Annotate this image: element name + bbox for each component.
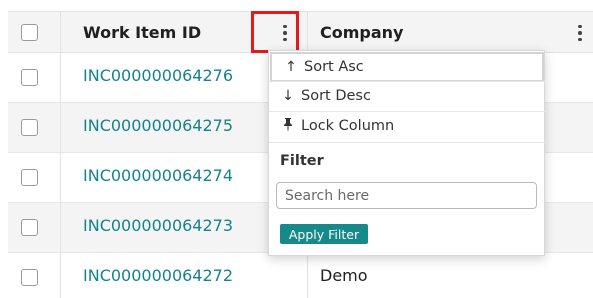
apply-filter-button[interactable]: Apply Filter: [280, 224, 368, 244]
lock-column-menu-item[interactable]: Lock Column: [269, 111, 545, 141]
column-divider: [60, 53, 61, 298]
sort-desc-menu-item[interactable]: ↓ Sort Desc: [269, 81, 545, 111]
sort-desc-label: Sort Desc: [301, 88, 371, 104]
sort-asc-menu-item[interactable]: ↑ Sort Asc: [270, 52, 544, 82]
column-options-menu: ↑ Sort Asc ↓ Sort Desc Lock Column Filte…: [268, 50, 545, 256]
company-cell: Demo: [320, 266, 368, 285]
filter-title: Filter: [280, 153, 324, 169]
work-item-link[interactable]: INC000000064275: [83, 116, 233, 135]
menu-button-highlight: [251, 11, 299, 53]
grid-header: Work Item ID Company: [8, 11, 593, 54]
work-item-link[interactable]: INC000000064276: [83, 66, 233, 85]
column-header-company[interactable]: Company: [320, 23, 403, 42]
row-checkbox[interactable]: [21, 169, 38, 186]
work-item-link[interactable]: INC000000064272: [83, 266, 233, 285]
column-divider: [60, 12, 61, 54]
select-all-checkbox[interactable]: [21, 24, 38, 41]
column-header-work-item-id[interactable]: Work Item ID: [83, 23, 201, 42]
row-checkbox[interactable]: [21, 119, 38, 136]
pin-icon: [280, 117, 296, 135]
sort-asc-label: Sort Asc: [304, 59, 364, 75]
filter-search-input[interactable]: [276, 182, 537, 209]
table-row[interactable]: INC000000064272 Demo: [8, 253, 593, 298]
work-item-link[interactable]: INC000000064274: [83, 166, 233, 185]
menu-divider: [269, 142, 545, 143]
column-divider[interactable]: [307, 12, 308, 54]
work-item-link[interactable]: INC000000064273: [83, 216, 233, 235]
company-column-menu-icon[interactable]: [573, 22, 587, 44]
arrow-up-icon: ↑: [285, 59, 297, 75]
arrow-down-icon: ↓: [282, 88, 294, 104]
lock-column-label: Lock Column: [301, 118, 395, 134]
row-checkbox[interactable]: [21, 269, 38, 286]
row-checkbox[interactable]: [21, 219, 38, 236]
row-checkbox[interactable]: [21, 69, 38, 86]
